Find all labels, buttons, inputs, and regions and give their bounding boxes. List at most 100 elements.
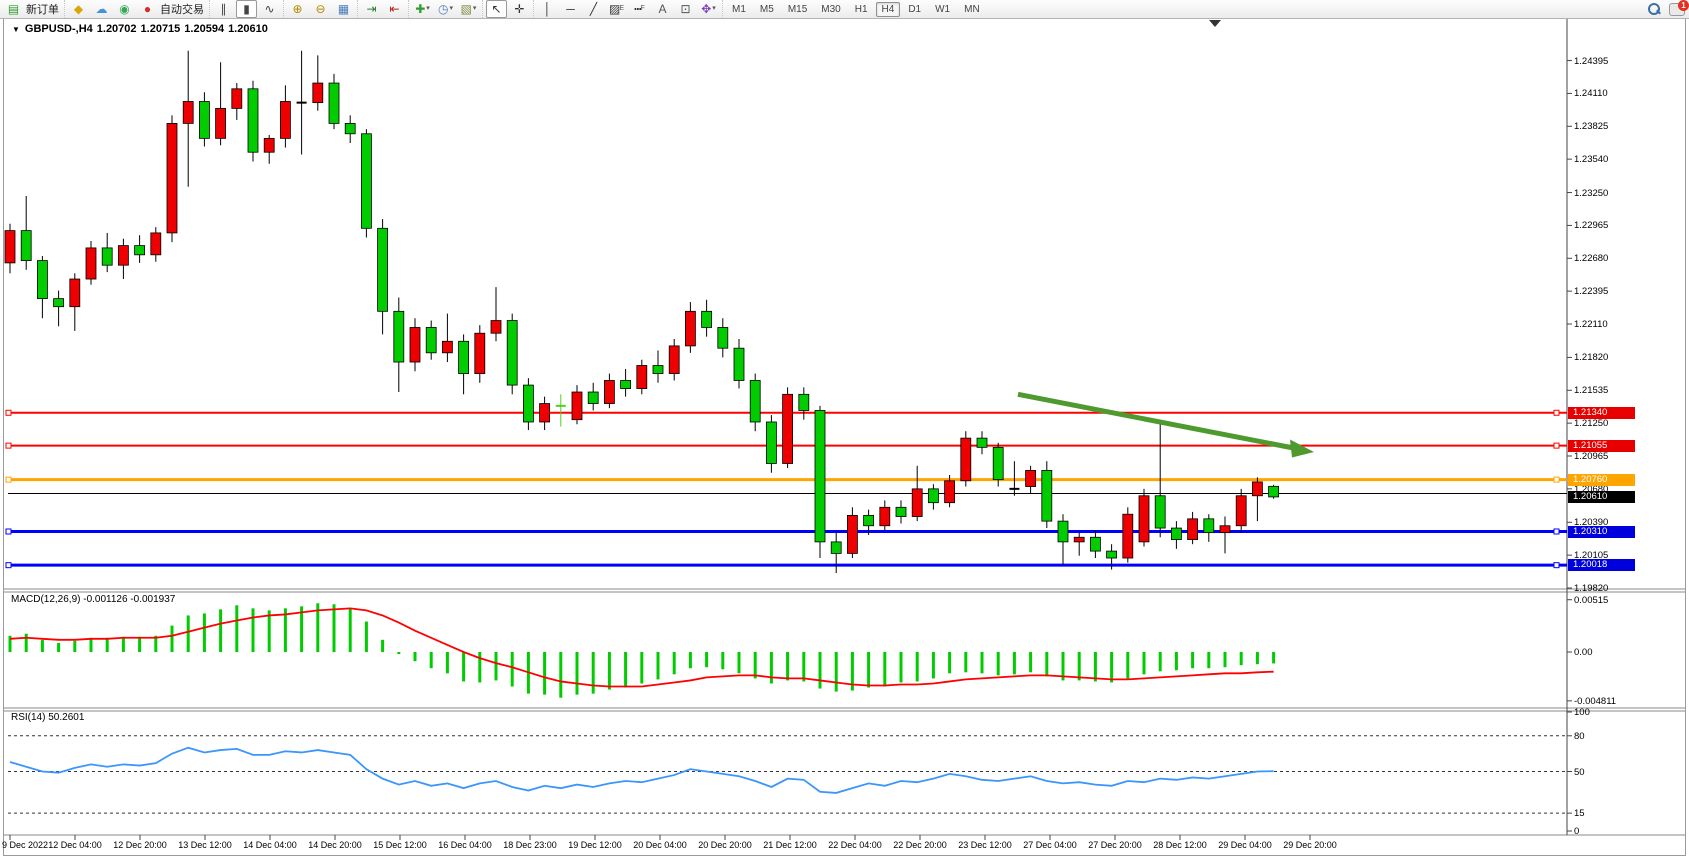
price-badge: 1.20760 xyxy=(1568,474,1635,486)
price-tick-label: 1.22395 xyxy=(1574,286,1608,297)
timeframe-m1-button[interactable]: M1 xyxy=(726,2,752,17)
timeframe-toolbar: M1M5M15M30H1H4D1W1MN xyxy=(722,0,989,18)
timeframe-mn-button[interactable]: MN xyxy=(958,2,986,17)
price-tick-label: 1.23825 xyxy=(1574,121,1608,132)
macd-tick-label: 0.00 xyxy=(1574,647,1593,658)
open-value: 1.20702 xyxy=(97,23,137,35)
trend-arrow-head[interactable] xyxy=(1290,440,1314,458)
vertical-line-button[interactable]: │ xyxy=(537,0,558,18)
fibonacci-sub-label: F xyxy=(640,1,644,17)
macd-tick-label: 0.00515 xyxy=(1574,595,1608,606)
tile-windows-button[interactable]: ▦ xyxy=(333,0,354,18)
equidistant-channel-button[interactable]: ▨E xyxy=(606,0,627,18)
auto-scroll-button[interactable]: ⇥ xyxy=(361,0,382,18)
time-tick-label: 12 Dec 04:00 xyxy=(48,840,102,850)
toolbar-group: ↖✛ xyxy=(482,0,533,18)
line-handle-right[interactable] xyxy=(1554,443,1559,448)
periods-dropdown-icon[interactable]: ▾ xyxy=(449,1,453,17)
search-icon[interactable] xyxy=(1647,2,1661,16)
close-value: 1.20610 xyxy=(228,23,268,35)
timeframe-m30-button[interactable]: M30 xyxy=(815,2,846,17)
line-handle-left[interactable] xyxy=(6,410,11,415)
bar-chart-button[interactable]: ∥ xyxy=(213,0,234,18)
new-order-icon: ▤ xyxy=(8,1,19,17)
timeframe-d1-button[interactable]: D1 xyxy=(902,2,927,17)
periods-button[interactable]: ◷▾ xyxy=(435,0,456,18)
candles xyxy=(5,51,1279,573)
time-tick-label: 14 Dec 04:00 xyxy=(243,840,297,850)
chart-shift-button[interactable]: ⇤ xyxy=(384,0,405,18)
time-tick-label: 21 Dec 12:00 xyxy=(763,840,817,850)
text-button[interactable]: A xyxy=(652,0,673,18)
arrows-tool-dropdown-icon[interactable]: ▾ xyxy=(712,1,716,17)
arrows-tool-button[interactable]: ✥▾ xyxy=(698,0,719,18)
trendline-button[interactable]: ╱ xyxy=(583,0,604,18)
price-tick-label: 1.22680 xyxy=(1574,253,1608,264)
time-tick-label: 13 Dec 12:00 xyxy=(178,840,232,850)
metaeditor-button[interactable]: ◆ xyxy=(68,0,89,18)
timeframe-h1-button[interactable]: H1 xyxy=(849,2,874,17)
macd-indicator-label: MACD(12,26,9) -0.001126 -0.001937 xyxy=(11,594,175,605)
time-tick-label: 12 Dec 20:00 xyxy=(113,840,167,850)
rsi-tick-label: 80 xyxy=(1574,731,1585,742)
timeframe-m15-button[interactable]: M15 xyxy=(782,2,813,17)
time-tick-label: 14 Dec 20:00 xyxy=(308,840,362,850)
chart-window: ▼GBPUSD-,H41.207021.207151.205941.20610 … xyxy=(0,18,1689,858)
timeframe-w1-button[interactable]: W1 xyxy=(929,2,956,17)
price-badge: 1.20018 xyxy=(1568,559,1635,571)
line-chart-icon: ∿ xyxy=(264,1,274,17)
price-tick-label: 1.23250 xyxy=(1574,188,1608,199)
text-label-button[interactable]: ⊡ xyxy=(675,0,696,18)
candlestick-chart-icon: ▮ xyxy=(243,1,250,17)
indicators-button[interactable]: ✚▾ xyxy=(412,0,433,18)
new-order-button[interactable]: ▤ xyxy=(3,0,24,18)
templates-icon: ▧ xyxy=(461,1,472,17)
cursor-button[interactable]: ↖ xyxy=(486,0,507,18)
line-handle-left[interactable] xyxy=(6,477,11,482)
mql5-community-button[interactable]: ☁ xyxy=(91,0,112,18)
line-chart-button[interactable]: ∿ xyxy=(259,0,280,18)
zoom-out-button[interactable]: ⊖ xyxy=(310,0,331,18)
chart-canvas[interactable] xyxy=(0,18,1689,858)
macd-panel xyxy=(10,600,1572,701)
chart-shift-icon: ⇤ xyxy=(389,1,399,17)
time-tick-label: 15 Dec 12:00 xyxy=(373,840,427,850)
price-tick-label: 1.20965 xyxy=(1574,451,1608,462)
line-handle-left[interactable] xyxy=(6,529,11,534)
tile-windows-icon: ▦ xyxy=(338,1,349,17)
notifications-icon[interactable]: 1 xyxy=(1669,3,1685,16)
zoom-in-button[interactable]: ⊕ xyxy=(287,0,308,18)
templates-dropdown-icon[interactable]: ▾ xyxy=(473,1,477,17)
chevron-down-icon[interactable]: ▼ xyxy=(12,25,20,34)
autotrading-button[interactable]: ● xyxy=(137,0,158,18)
timeframe-m5-button[interactable]: M5 xyxy=(754,2,780,17)
horizontal-line-button[interactable]: ─ xyxy=(560,0,581,18)
chart-title[interactable]: ▼GBPUSD-,H41.207021.207151.205941.20610 xyxy=(12,23,272,35)
crosshair-button[interactable]: ✛ xyxy=(509,0,530,18)
cursor-icon: ↖ xyxy=(491,1,501,17)
crosshair-icon: ✛ xyxy=(514,1,524,17)
toolbar: ▤新订单◆☁◉●自动交易∥▮∿⊕⊖▦⇥⇤✚▾◷▾▧▾↖✛│─╱▨E┅FA⊡✥▾ … xyxy=(0,0,1689,19)
line-handle-right[interactable] xyxy=(1554,410,1559,415)
notification-badge: 1 xyxy=(1678,0,1689,11)
timeframe-h4-button[interactable]: H4 xyxy=(876,2,901,17)
new-order-label[interactable]: 新订单 xyxy=(26,1,59,17)
line-handle-left[interactable] xyxy=(6,563,11,568)
line-handle-right[interactable] xyxy=(1554,477,1559,482)
news-button[interactable]: ◉ xyxy=(114,0,135,18)
indicators-dropdown-icon[interactable]: ▾ xyxy=(426,1,430,17)
autotrading-label[interactable]: 自动交易 xyxy=(160,1,204,17)
vertical-line-icon: │ xyxy=(544,1,552,17)
toolbar-group: ∥ ▮ ∿ xyxy=(209,0,283,18)
price-badge: 1.20310 xyxy=(1568,526,1635,538)
time-tick-label: 18 Dec 23:00 xyxy=(503,840,557,850)
line-handle-right[interactable] xyxy=(1554,529,1559,534)
fibonacci-button[interactable]: ┅F xyxy=(629,0,650,18)
templates-button[interactable]: ▧▾ xyxy=(458,0,479,18)
line-handle-left[interactable] xyxy=(6,443,11,448)
candlestick-chart-button[interactable]: ▮ xyxy=(236,0,257,18)
rsi-indicator-label: RSI(14) 50.2601 xyxy=(11,712,84,723)
scroll-to-end-marker[interactable] xyxy=(1209,20,1221,27)
line-handle-right[interactable] xyxy=(1554,563,1559,568)
trend-arrow[interactable] xyxy=(1018,394,1296,448)
